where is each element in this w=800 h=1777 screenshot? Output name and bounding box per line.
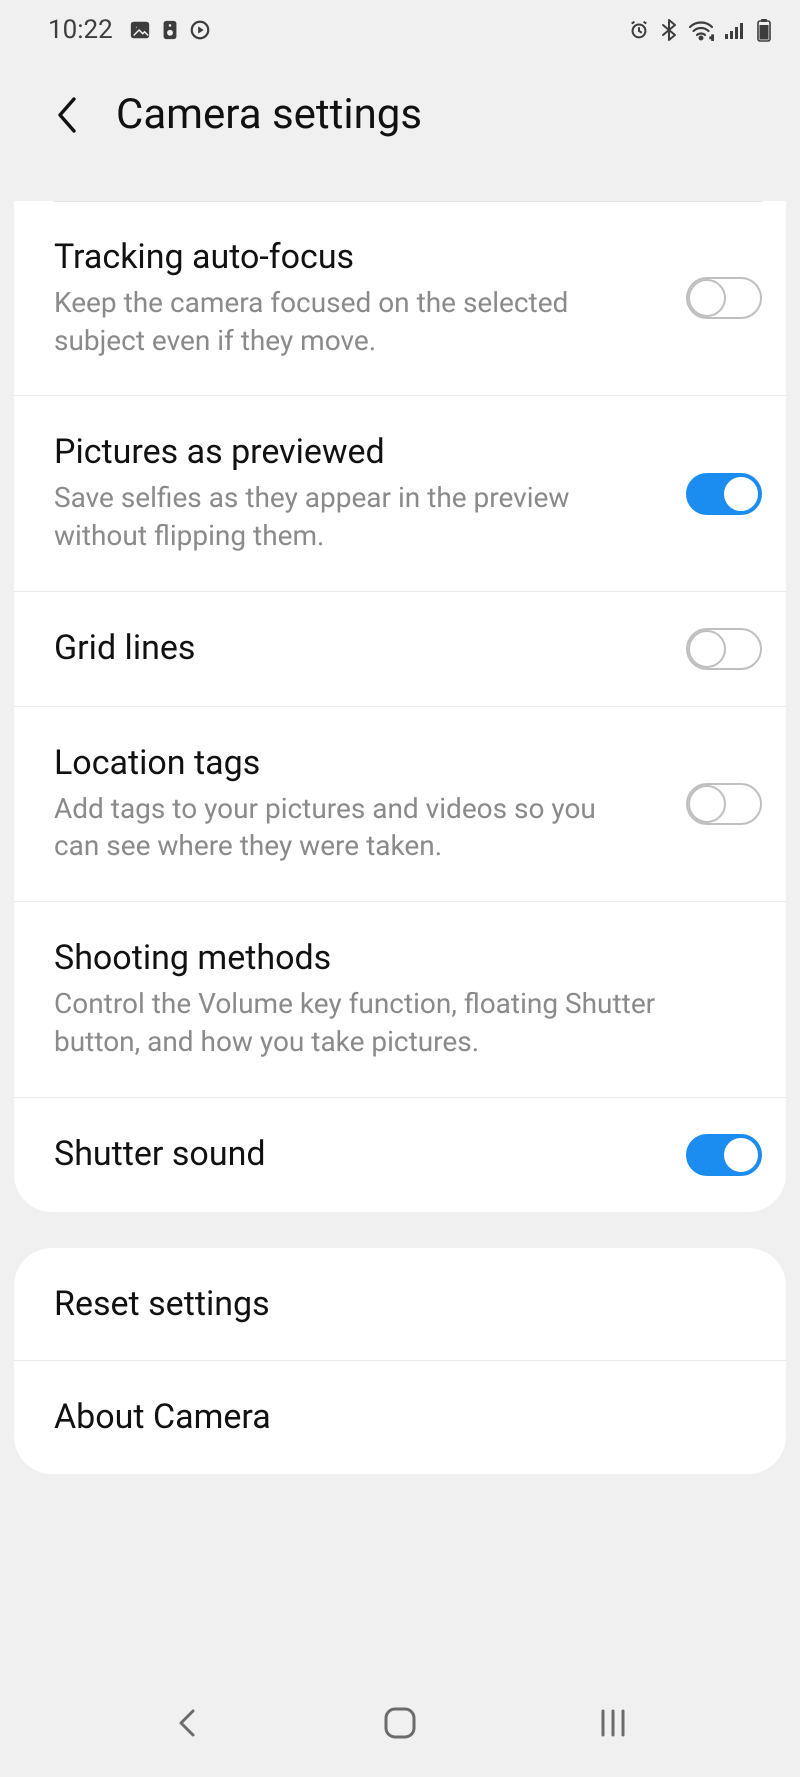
status-bar: 10:22 + <box>0 0 800 50</box>
row-reset-settings[interactable]: Reset settings <box>14 1248 786 1362</box>
row-text: About Camera <box>54 1397 762 1438</box>
image-icon <box>129 19 151 41</box>
row-title: Reset settings <box>54 1284 762 1325</box>
status-right: + <box>628 18 772 42</box>
row-shutter-sound[interactable]: Shutter sound <box>14 1098 786 1212</box>
toggle-grid-lines[interactable] <box>686 628 762 670</box>
nav-home-button[interactable] <box>360 1693 440 1753</box>
row-grid-lines[interactable]: Grid lines <box>14 592 786 707</box>
wifi-icon: + <box>688 19 714 41</box>
row-title: About Camera <box>54 1397 762 1438</box>
row-tracking-auto-focus[interactable]: Tracking auto-focus Keep the camera focu… <box>14 201 786 396</box>
row-text: Location tags Add tags to your pictures … <box>54 743 662 865</box>
row-title: Tracking auto-focus <box>54 237 662 278</box>
signal-icon <box>724 20 746 40</box>
battery-icon <box>756 18 772 42</box>
header: Camera settings <box>0 50 800 173</box>
row-title: Shooting methods <box>54 938 762 979</box>
status-left: 10:22 <box>48 15 211 45</box>
row-shooting-methods[interactable]: Shooting methods Control the Volume key … <box>14 902 786 1097</box>
alarm-icon <box>628 19 650 41</box>
row-about-camera[interactable]: About Camera <box>14 1361 786 1474</box>
row-title: Location tags <box>54 743 662 784</box>
chevron-left-icon <box>172 1703 202 1743</box>
settings-group-2: Reset settings About Camera <box>14 1248 786 1475</box>
row-subtitle: Control the Volume key function, floatin… <box>54 985 694 1061</box>
row-text: Tracking auto-focus Keep the camera focu… <box>54 237 662 359</box>
row-title: Shutter sound <box>54 1134 662 1175</box>
toggle-location-tags[interactable] <box>686 783 762 825</box>
page-title: Camera settings <box>116 90 422 139</box>
row-pictures-as-previewed[interactable]: Pictures as previewed Save selfies as th… <box>14 396 786 591</box>
home-square-icon <box>380 1703 420 1743</box>
row-location-tags[interactable]: Location tags Add tags to your pictures … <box>14 707 786 902</box>
nav-back-button[interactable] <box>147 1693 227 1753</box>
back-button[interactable] <box>48 95 88 135</box>
row-title: Grid lines <box>54 628 662 669</box>
row-subtitle: Add tags to your pictures and videos so … <box>54 790 614 866</box>
recents-icon <box>596 1706 630 1740</box>
chevron-left-icon <box>54 93 82 137</box>
toggle-tracking-auto-focus[interactable] <box>686 277 762 319</box>
row-subtitle: Save selfies as they appear in the previ… <box>54 479 614 555</box>
settings-group-1: Tracking auto-focus Keep the camera focu… <box>14 201 786 1212</box>
row-text: Pictures as previewed Save selfies as th… <box>54 432 662 554</box>
row-text: Grid lines <box>54 628 662 669</box>
row-title: Pictures as previewed <box>54 432 662 473</box>
row-subtitle: Keep the camera focused on the selected … <box>54 284 614 360</box>
row-text: Shutter sound <box>54 1134 662 1175</box>
toggle-shutter-sound[interactable] <box>686 1134 762 1176</box>
navigation-bar <box>0 1681 800 1777</box>
speaker-icon <box>161 19 179 41</box>
play-circle-icon <box>189 19 211 41</box>
status-time: 10:22 <box>48 15 113 45</box>
row-text: Reset settings <box>54 1284 762 1325</box>
svg-text:+: + <box>710 33 714 41</box>
bluetooth-icon <box>660 18 678 42</box>
row-text: Shooting methods Control the Volume key … <box>54 938 762 1060</box>
toggle-pictures-as-previewed[interactable] <box>686 473 762 515</box>
nav-recents-button[interactable] <box>573 1693 653 1753</box>
